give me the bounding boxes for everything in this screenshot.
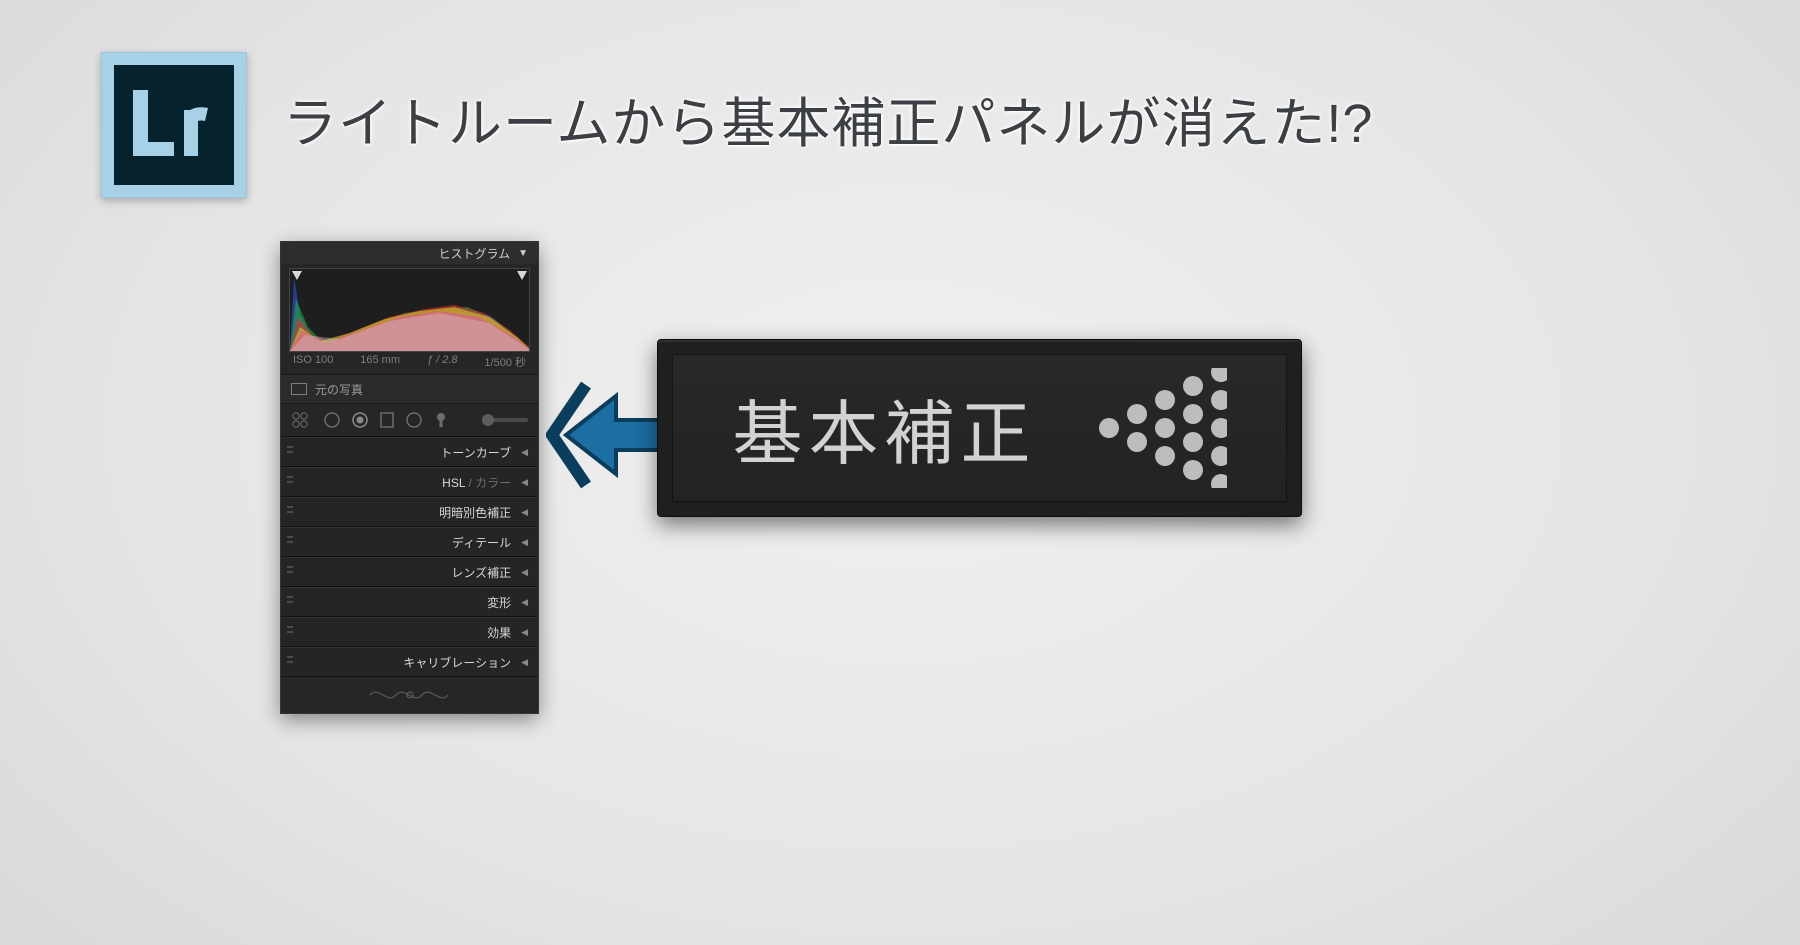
chevron-left-icon: ◀ (521, 597, 528, 608)
ornament-icon (365, 686, 455, 704)
original-photo-row[interactable]: 元の写真 (281, 374, 538, 404)
histogram-label: ヒストグラム (438, 245, 510, 262)
exif-aperture: ƒ / 2.8 (427, 354, 458, 370)
histogram-exif: ISO 100 165 mm ƒ / 2.8 1/500 秒 (281, 354, 538, 370)
toolstrip (281, 404, 538, 437)
chevron-left-icon: ◀ (521, 507, 528, 518)
basic-panel-label: 基本補正 (733, 378, 1037, 479)
lightroom-app-icon-inner (114, 65, 234, 185)
lr-glyph-icon (125, 86, 223, 164)
panel-switch-icon[interactable] (287, 566, 293, 578)
section-label: 明暗別色補正 (439, 504, 511, 521)
compare-icon (291, 383, 307, 395)
histogram-icon (290, 269, 529, 351)
section-label: 変形 (487, 594, 511, 611)
section-label: キャリブレーション (403, 654, 511, 671)
redeye-tool-icon[interactable] (351, 411, 369, 429)
panel-switch-icon[interactable] (287, 476, 293, 488)
brush-size-slider[interactable] (488, 418, 528, 422)
panel-ornament (281, 677, 538, 713)
chevron-left-icon: ◀ (521, 537, 528, 548)
panel-switch-icon[interactable] (287, 536, 293, 548)
section-hsl-color[interactable]: HSL / カラー ◀ (281, 467, 538, 497)
section-label: トーンカーブ (440, 444, 511, 461)
original-photo-label: 元の写真 (315, 381, 363, 398)
lightroom-app-icon (101, 52, 247, 198)
section-label: レンズ補正 (451, 564, 511, 581)
section-detail[interactable]: ディテール ◀ (281, 527, 538, 557)
panel-switch-icon[interactable] (287, 626, 293, 638)
gradient-tool-icon[interactable] (379, 411, 395, 429)
headline-text: ライトルームから基本補正パネルが消えた!? (283, 79, 1373, 158)
section-calibration[interactable]: キャリブレーション ◀ (281, 647, 538, 677)
section-label: ディテール (452, 534, 511, 551)
section-label: 効果 (487, 624, 511, 641)
lightroom-right-panel: ヒストグラム ▼ ISO 100 165 mm ƒ / 2.8 1/500 秒 … (281, 242, 538, 713)
basic-panel-card: 基本補正 (657, 339, 1302, 517)
histogram-header[interactable]: ヒストグラム ▼ (281, 242, 538, 264)
radial-tool-icon[interactable] (405, 411, 423, 429)
panel-switch-icon[interactable] (287, 446, 293, 458)
chevron-left-icon: ◀ (521, 657, 528, 668)
section-label: HSL / カラー (442, 474, 511, 491)
chevron-left-icon: ◀ (521, 477, 528, 488)
crop-tool-icon[interactable] (291, 411, 313, 429)
section-split-toning[interactable]: 明暗別色補正 ◀ (281, 497, 538, 527)
panel-switch-icon[interactable] (287, 596, 293, 608)
chevron-left-icon: ◀ (521, 447, 528, 458)
chevron-down-icon: ▼ (518, 248, 528, 259)
section-tone-curve[interactable]: トーンカーブ ◀ (281, 437, 538, 467)
panel-switch-icon[interactable] (287, 506, 293, 518)
panel-switch-icon[interactable] (287, 656, 293, 668)
chevron-left-icon: ◀ (521, 567, 528, 578)
chevron-left-icon: ◀ (521, 627, 528, 638)
spot-tool-icon[interactable] (323, 411, 341, 429)
exif-iso: ISO 100 (293, 354, 333, 370)
exif-shutter: 1/500 秒 (484, 354, 526, 370)
exif-focal: 165 mm (360, 354, 400, 370)
section-label-part: HSL (442, 476, 465, 490)
dot-triangle-icon (1097, 368, 1227, 488)
section-label-dim: / カラー (465, 476, 511, 490)
section-effects[interactable]: 効果 ◀ (281, 617, 538, 647)
section-transform[interactable]: 変形 ◀ (281, 587, 538, 617)
histogram-graph[interactable] (289, 268, 530, 352)
brush-tool-icon[interactable] (433, 411, 449, 429)
section-lens-corrections[interactable]: レンズ補正 ◀ (281, 557, 538, 587)
